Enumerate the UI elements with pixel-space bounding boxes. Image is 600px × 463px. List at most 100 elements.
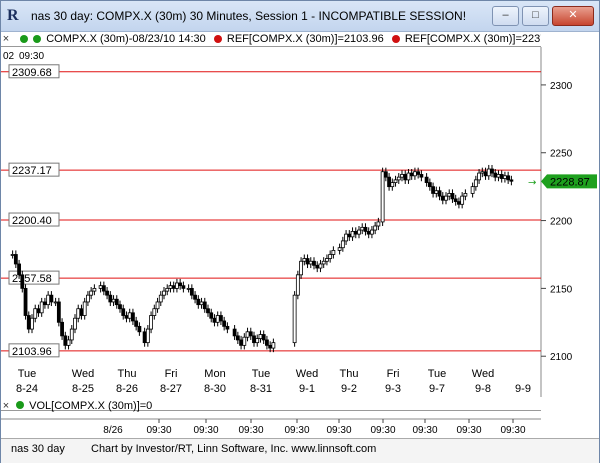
candle-body	[370, 229, 374, 235]
date-axis-day: Tue	[252, 368, 271, 380]
candle-body	[413, 171, 417, 177]
candle-body	[434, 190, 439, 194]
candle-body	[380, 171, 385, 223]
candle-body	[108, 294, 113, 303]
candle-body	[242, 336, 247, 346]
candle-body	[299, 260, 303, 276]
candle-body	[360, 226, 365, 231]
candle-body	[10, 254, 15, 256]
candle-body	[503, 175, 507, 179]
date-axis-day: Tue	[18, 368, 37, 380]
candle-body	[49, 294, 54, 303]
volume-info-bar: × VOL[COMPX.X (30m)]=0	[1, 398, 541, 412]
volume-axis-time: 09:30	[193, 425, 218, 436]
date-axis-date: 9-1	[299, 383, 315, 395]
ref-label[interactable]: 2103.96	[12, 346, 52, 358]
candle-body	[23, 287, 28, 316]
ref-label[interactable]: 2200.40	[12, 215, 52, 227]
candle-body	[271, 342, 276, 349]
volume-time-axis: 8/26 09:30 09:30 09:30 09:30 09:30 09:30 09:30 0…	[1, 411, 541, 437]
candle-body	[222, 320, 227, 327]
candle-body	[302, 258, 307, 262]
candle-body	[209, 312, 214, 319]
candle-body	[92, 287, 97, 292]
candle-body	[155, 301, 160, 310]
candle-body	[105, 290, 109, 296]
volume-label[interactable]: VOL[COMPX.X (30m)]=0	[29, 400, 152, 412]
candle-body	[460, 195, 465, 205]
date-axis-date: 8-27	[160, 383, 182, 395]
date-axis-date: 9-9	[515, 383, 531, 395]
price-tick-label: 2250	[550, 149, 573, 160]
candle-body	[480, 171, 485, 174]
volume-axis-time: 09:30	[326, 425, 351, 436]
candle-body	[26, 315, 31, 330]
candle-body	[396, 176, 401, 181]
candle-body	[86, 294, 90, 303]
candle-body	[82, 301, 87, 316]
candle-body	[409, 172, 414, 177]
candle-body	[437, 190, 442, 197]
candle-body	[308, 260, 313, 265]
candle-body	[101, 285, 106, 292]
candle-body	[416, 171, 421, 175]
volume-expand-icon[interactable]: ×	[1, 400, 11, 412]
candle-body	[215, 315, 220, 323]
candle-body	[347, 233, 352, 238]
candle-body	[393, 179, 398, 183]
candle-body	[89, 290, 94, 296]
price-tick-label: 2100	[550, 352, 573, 363]
candle-body	[506, 175, 511, 181]
candle-body	[33, 308, 38, 319]
candle-body	[490, 168, 494, 174]
candle-body	[318, 263, 323, 269]
volume-axis-time: 09:30	[238, 425, 263, 436]
start-time-label: 09:30	[19, 51, 44, 62]
candle-body	[165, 287, 170, 292]
candle-body	[79, 308, 84, 316]
candle-body	[321, 260, 326, 265]
candle-body	[383, 171, 388, 178]
footer-credit: Chart by Investor/RT, Linn Software, Inc…	[91, 443, 377, 455]
candle-body	[46, 294, 51, 306]
candle-body	[457, 201, 461, 205]
ref-label[interactable]: 2309.68	[12, 67, 52, 79]
candle-body	[131, 312, 135, 322]
candle-body	[134, 320, 139, 327]
candle-body	[175, 282, 179, 289]
date-axis-date: 8-26	[116, 383, 138, 395]
volume-axis-date: 8/26	[103, 425, 123, 436]
candle-body	[440, 195, 445, 201]
volume-axis-time: 09:30	[456, 425, 481, 436]
candle-body	[463, 193, 468, 197]
price-tick-label: 2300	[550, 81, 573, 92]
date-axis-date: 8-25	[72, 383, 94, 395]
candle-body	[295, 274, 300, 296]
candle-body	[178, 282, 183, 287]
candle-body	[199, 301, 204, 306]
candle-body	[114, 298, 119, 306]
candle-body	[17, 263, 21, 276]
candle-body	[168, 285, 173, 289]
candle-body	[245, 331, 250, 338]
price-chart[interactable]: 02 09:30 2309.682237.172200.402157.58210…	[1, 1, 599, 462]
candle-body	[124, 315, 129, 319]
candle-body	[36, 308, 41, 314]
ref-label[interactable]: 2237.17	[12, 165, 52, 177]
candle-body	[331, 250, 336, 255]
candle-body	[196, 298, 201, 306]
candle-body	[265, 339, 269, 346]
candle-body	[152, 308, 157, 316]
last-price-arrow-icon: →	[528, 177, 536, 188]
candle-body	[239, 339, 243, 346]
candle-body	[350, 231, 355, 238]
candle-body	[127, 312, 132, 319]
candle-body	[202, 301, 207, 310]
candle-body	[493, 172, 498, 178]
candle-body	[149, 315, 153, 330]
candle-body	[98, 285, 103, 289]
candle-body	[13, 254, 18, 265]
candle-body	[261, 334, 266, 341]
date-axis-date: 8-31	[250, 383, 272, 395]
candle-body	[419, 174, 424, 178]
